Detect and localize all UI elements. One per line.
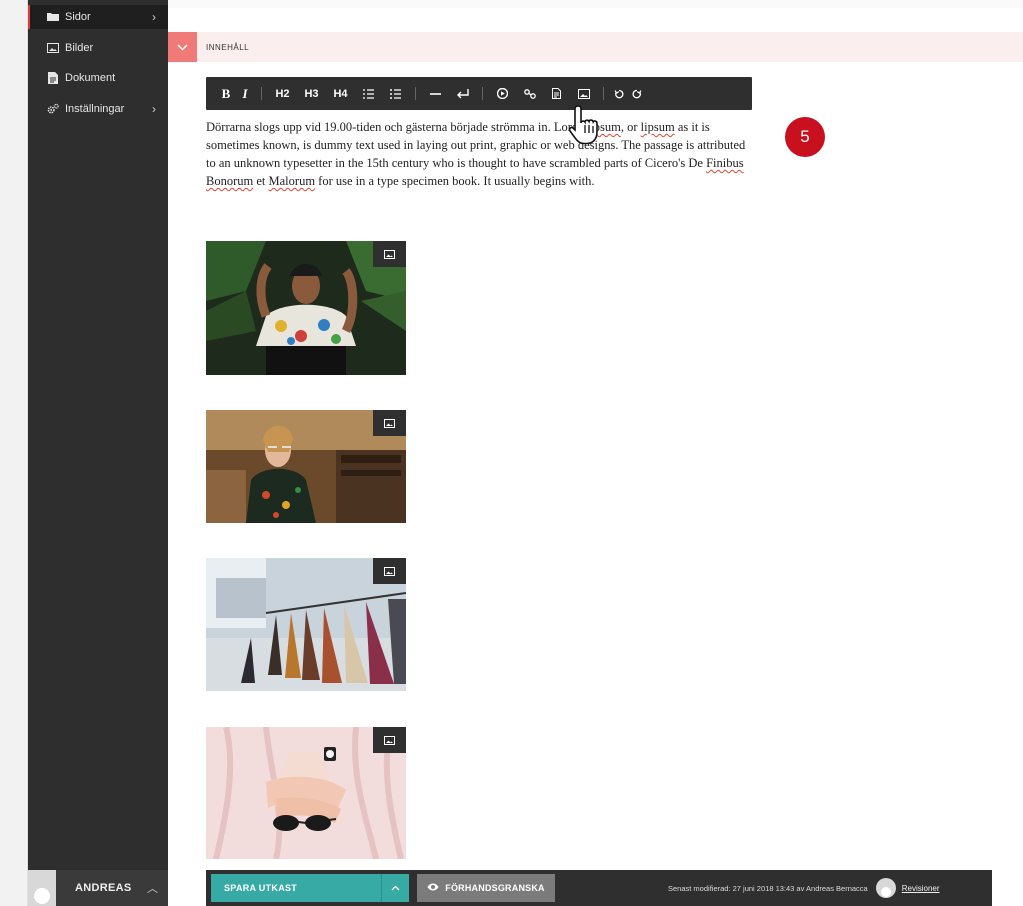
- content-image-2[interactable]: [206, 410, 406, 523]
- text-segment: , or: [620, 120, 641, 134]
- sidebar-item-label: Inställningar: [65, 103, 125, 115]
- preview-label: FÖRHANDSGRANSKA: [445, 883, 545, 893]
- editor-content-text[interactable]: Dörrarna slogs upp vid 19.00-tiden och g…: [206, 118, 746, 190]
- save-options-chevron-up-icon[interactable]: [381, 874, 409, 902]
- image-settings-icon[interactable]: [373, 558, 406, 584]
- sidebar-item-bilder[interactable]: Bilder: [28, 36, 168, 60]
- document-icon: [47, 72, 59, 84]
- line-break-icon[interactable]: [449, 77, 476, 110]
- top-strip: [168, 0, 1023, 8]
- toolbar-divider: [482, 87, 483, 100]
- ordered-list-icon[interactable]: [355, 77, 382, 110]
- undo-icon[interactable]: [610, 77, 628, 110]
- content-image-3[interactable]: [206, 558, 406, 691]
- chevron-up-icon: ︿: [147, 883, 158, 895]
- sidebar-item-installningar[interactable]: Inställningar ›: [28, 97, 168, 121]
- editor-toolbar: B I H2 H3 H4: [206, 77, 752, 110]
- sidebar: Sidor › Bilder Dokument Inställningar ›: [28, 0, 168, 906]
- text-segment: et: [253, 174, 269, 188]
- gears-icon: [47, 103, 59, 115]
- revisions-link[interactable]: Revisioner: [902, 884, 940, 893]
- user-menu[interactable]: ANDREAS ︿: [28, 870, 168, 906]
- section-header[interactable]: INNEHÅLL: [168, 32, 1023, 62]
- toolbar-divider: [261, 87, 262, 100]
- content-image-4[interactable]: [206, 727, 406, 859]
- redo-icon[interactable]: [628, 77, 646, 110]
- left-gutter: [0, 0, 28, 906]
- bold-button[interactable]: B: [217, 77, 235, 110]
- author-avatar: [875, 878, 896, 898]
- modified-text: Senast modifierad: 27 juni 2018 13:43 av…: [668, 883, 868, 893]
- save-draft-button[interactable]: SPARA UTKAST: [211, 874, 381, 902]
- cms-editor-page: Sidor › Bilder Dokument Inställningar ›: [0, 0, 1023, 906]
- hand-pointer-cursor-icon: [566, 104, 606, 148]
- chevron-right-icon: ›: [152, 10, 156, 24]
- misspelled-word: Finibus: [706, 156, 744, 170]
- image-settings-icon[interactable]: [373, 241, 406, 267]
- step-number-badge: 5: [785, 117, 825, 157]
- horizontal-rule-icon[interactable]: [422, 77, 449, 110]
- sidebar-item-label: Bilder: [65, 42, 94, 54]
- h4-button[interactable]: H4: [326, 77, 355, 110]
- image-icon: [47, 42, 59, 54]
- text-segment: for use in a type specimen book. It usua…: [315, 174, 595, 188]
- video-play-icon[interactable]: [489, 77, 516, 110]
- h2-button[interactable]: H2: [268, 77, 297, 110]
- image-settings-icon[interactable]: [373, 410, 406, 436]
- text-segment: Dörrarna slogs upp vid 19.00-tiden och g…: [206, 120, 591, 134]
- chevron-down-icon[interactable]: [168, 32, 197, 62]
- sidebar-item-dokument[interactable]: Dokument: [28, 66, 168, 90]
- chevron-right-icon: ›: [152, 102, 156, 116]
- content-image-1[interactable]: [206, 241, 406, 375]
- sidebar-item-label: Sidor: [65, 11, 91, 23]
- preview-button[interactable]: FÖRHANDSGRANSKA: [417, 874, 555, 902]
- image-settings-icon[interactable]: [373, 727, 406, 753]
- user-name: ANDREAS: [75, 882, 132, 894]
- toolbar-divider: [415, 87, 416, 100]
- link-icon[interactable]: [516, 77, 543, 110]
- misspelled-word: Malorum: [268, 174, 316, 188]
- h3-button[interactable]: H3: [297, 77, 326, 110]
- sidebar-item-sidor[interactable]: Sidor ›: [28, 5, 168, 29]
- toolbar-divider: [603, 87, 604, 100]
- eye-icon: [427, 883, 439, 893]
- modified-info: Senast modifierad: 27 juni 2018 13:43 av…: [668, 870, 940, 906]
- misspelled-word: lipsum: [640, 120, 675, 134]
- section-title: INNEHÅLL: [206, 42, 250, 52]
- editor-footer-bar: SPARA UTKAST FÖRHANDSGRANSKA Senast modi…: [206, 870, 992, 906]
- misspelled-word: Bonorum: [206, 174, 254, 188]
- avatar: [28, 870, 56, 906]
- folder-icon: [47, 11, 59, 23]
- sidebar-item-label: Dokument: [65, 72, 116, 84]
- italic-button[interactable]: I: [235, 77, 255, 110]
- unordered-list-icon[interactable]: [382, 77, 409, 110]
